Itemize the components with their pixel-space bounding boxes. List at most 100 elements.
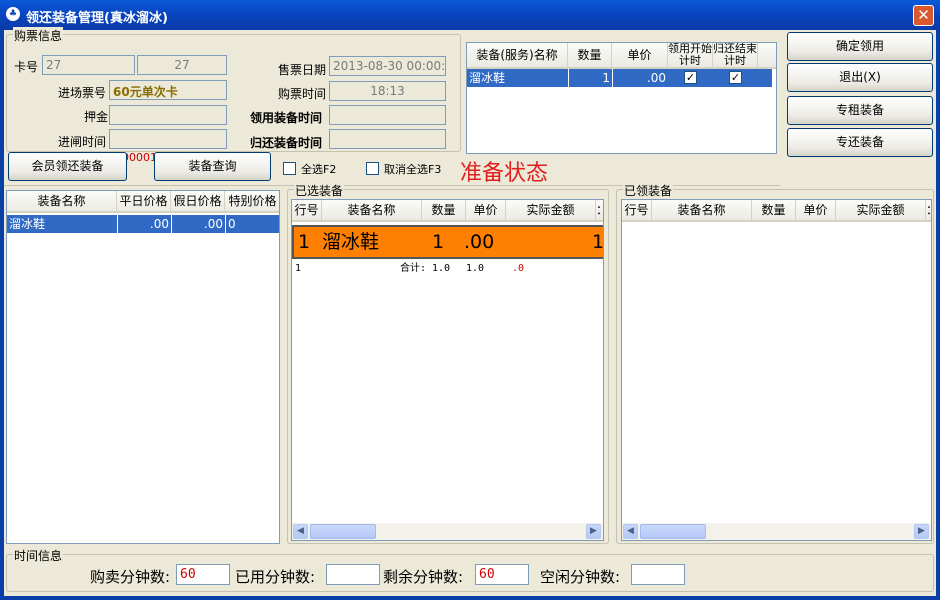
start-timing-checkbox[interactable]: ✓ [684,71,697,84]
ticket-field[interactable]: 60元单次卡 [109,80,227,100]
col-more[interactable]: ： [596,200,603,222]
col-amount[interactable]: 实际金额 [836,200,926,222]
col-special-price[interactable]: 特别价格 [225,191,279,213]
row-special-price: 0 [225,215,279,233]
buy-time-field[interactable]: 18:13 [329,81,446,101]
row-equipment-name: 溜冰鞋 [9,217,46,231]
col-row-no[interactable]: 行号 [292,200,322,222]
received-table[interactable]: 行号 装备名称 数量 单价 实际金额 ： ◀ ▶ [621,199,932,541]
used-minutes-field[interactable] [326,564,380,585]
row-service-name: 溜冰鞋 [469,71,506,85]
idle-minutes-field[interactable] [631,564,685,585]
col-service-name[interactable]: 装备(服务)名称 [467,43,568,69]
return-time-label: 归还装备时间 [250,136,323,150]
card-no-field[interactable]: 27 [42,55,135,75]
bought-minutes-label: 购卖分钟数: [90,568,171,586]
summary-row: 1 合计: 1.0 1.0 .0 [292,260,603,278]
time-info-label: 时间信息 [13,547,64,564]
member-overlap-text: 00001 [122,151,157,164]
sale-date-label: 售票日期 [278,63,327,77]
summary-total-qty: 1.0 [432,263,451,274]
take-time-label: 领用装备时间 [250,111,323,125]
table-row[interactable]: 溜冰鞋 1 .00 ✓ ✓ [467,69,772,87]
title-bar: ♣ 领还装备管理(真冰溜冰) ✕ [0,0,940,30]
col-qty[interactable]: 数量 [752,200,796,222]
received-group-label: 已领装备 [623,182,674,199]
col-amount[interactable]: 实际金额 [506,200,596,222]
service-table-header: 装备(服务)名称 数量 单价 领用开始计时 归还结束计时 [467,43,776,69]
sale-date-field[interactable]: 2013-08-30 00:00:00 [329,56,446,76]
confirm-button[interactable]: 确定领用 [787,32,933,61]
summary-total-price: 1.0 [466,263,485,274]
card-no-field-2[interactable]: 27 [137,55,227,75]
row-price: .00 [612,69,668,87]
service-table[interactable]: 装备(服务)名称 数量 单价 领用开始计时 归还结束计时 溜冰鞋 1 .00 ✓… [466,42,777,154]
take-time-field[interactable] [329,105,446,125]
row-amount: 1 [592,231,604,253]
col-equipment-name[interactable]: 装备名称 [7,191,117,213]
col-equipment-name[interactable]: 装备名称 [652,200,752,222]
col-qty[interactable]: 数量 [568,43,612,69]
row-holiday-price: .00 [171,215,225,233]
remaining-minutes-label: 剩余分钟数: [383,568,464,586]
end-timing-checkbox[interactable]: ✓ [729,71,742,84]
row-equipment-name: 溜冰鞋 [322,231,380,253]
scroll-right-icon[interactable]: ▶ [914,524,929,539]
row-qty: 1 [568,69,612,87]
col-price[interactable]: 单价 [612,43,668,69]
used-minutes-label: 已用分钟数: [235,568,316,586]
deposit-label: 押金 [84,110,109,124]
equipment-query-button[interactable]: 装备查询 [154,152,271,181]
summary-total-label: 合计: [400,263,427,274]
row-no: 1 [298,231,311,253]
scroll-thumb[interactable] [640,524,706,539]
selected-hscroll[interactable]: ◀ ▶ [292,523,603,540]
card-no-label: 卡号 [14,60,39,74]
col-weekday-price[interactable]: 平日价格 [117,191,171,213]
selected-group-label: 已选装备 [294,182,345,199]
equipment-list-table[interactable]: 装备名称 平日价格 假日价格 特别价格 溜冰鞋 .00 .00 0 [6,190,280,544]
idle-minutes-label: 空闲分钟数: [540,568,621,586]
received-hscroll[interactable]: ◀ ▶ [622,523,931,540]
window-title: 领还装备管理(真冰溜冰) [26,11,168,26]
col-more[interactable]: ： [926,200,931,222]
col-equipment-name[interactable]: 装备名称 [322,200,422,222]
return-time-field[interactable] [329,129,446,149]
received-table-header: 行号 装备名称 数量 单价 实际金额 ： [622,200,931,222]
remaining-minutes-field[interactable]: 60 [475,564,529,585]
col-row-no[interactable]: 行号 [622,200,652,222]
col-end-timing[interactable]: 归还结束计时 [713,43,758,69]
ticket-label: 进场票号 [58,86,107,100]
scroll-right-icon[interactable]: ▶ [586,524,601,539]
col-price[interactable]: 单价 [466,200,506,222]
close-icon[interactable]: ✕ [913,5,934,26]
ticket-info-label: 购票信息 [13,27,64,44]
buy-time-label: 购票时间 [278,87,327,101]
col-qty[interactable]: 数量 [422,200,466,222]
table-row[interactable]: 1 溜冰鞋 1 .00 1 [292,225,604,259]
col-price[interactable]: 单价 [796,200,836,222]
exit-button[interactable]: 退出(X) [787,63,933,92]
window-client: 购票信息 卡号 27 27 进场票号 60元单次卡 押金 进闸时间 售票日期 2… [4,27,936,596]
select-all-checkbox[interactable] [283,162,296,175]
row-weekday-price: .00 [117,215,171,233]
selected-table[interactable]: 行号 装备名称 数量 单价 实际金额 ： 1 溜冰鞋 1 .00 1 1 合计:… [291,199,604,541]
row-qty: 1 [432,231,445,253]
table-row[interactable]: 溜冰鞋 .00 .00 0 [7,215,279,233]
bought-minutes-field[interactable]: 60 [176,564,230,585]
return-only-button[interactable]: 专还装备 [787,128,933,157]
select-all-label: 全选F2 [301,163,337,176]
row-price: .00 [464,231,495,253]
rent-only-button[interactable]: 专租装备 [787,96,933,125]
scroll-left-icon[interactable]: ◀ [293,524,308,539]
scroll-left-icon[interactable]: ◀ [623,524,638,539]
deselect-all-checkbox[interactable] [366,162,379,175]
col-start-timing[interactable]: 领用开始计时 [668,43,713,69]
col-holiday-price[interactable]: 假日价格 [171,191,225,213]
entry-time-field[interactable] [109,129,227,149]
scroll-thumb[interactable] [310,524,376,539]
deposit-field[interactable] [109,105,227,125]
member-return-button[interactable]: 会员领还装备 [8,152,127,181]
status-text: 准备状态 [460,161,549,186]
entry-time-label: 进闸时间 [58,135,107,149]
